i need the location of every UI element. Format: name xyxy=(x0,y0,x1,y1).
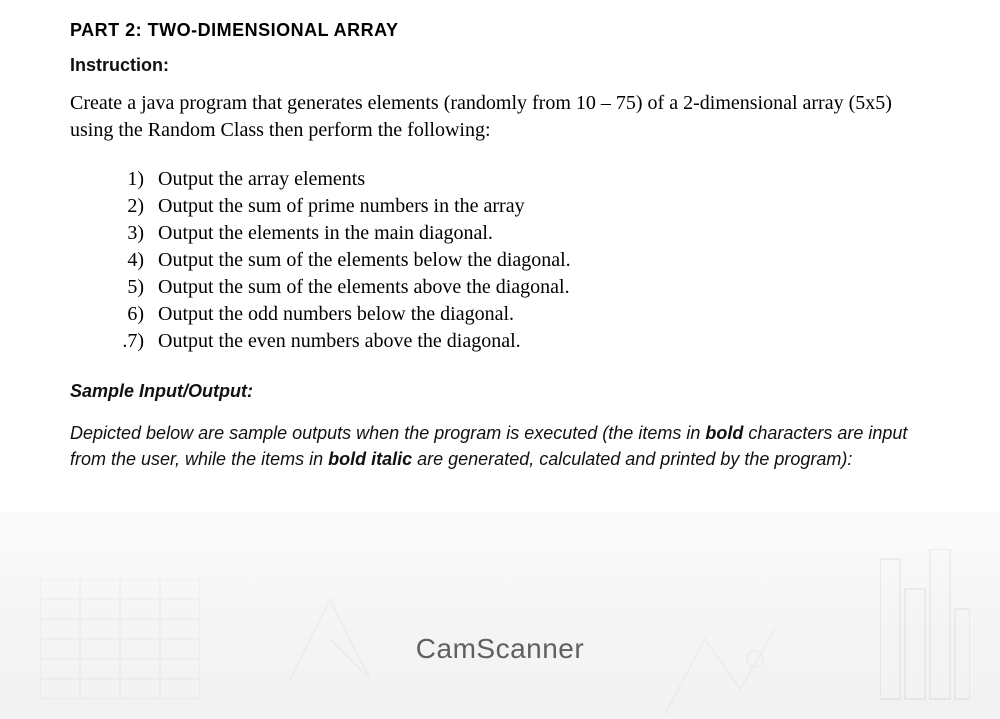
sample-io-label: Sample Input/Output: xyxy=(70,381,930,402)
list-item-number: .7) xyxy=(110,328,158,355)
list-item: 2) Output the sum of prime numbers in th… xyxy=(110,193,930,220)
watermark-decor-icon xyxy=(880,549,970,709)
list-item-text: Output the even numbers above the diagon… xyxy=(158,328,521,355)
list-item-text: Output the sum of prime numbers in the a… xyxy=(158,193,525,220)
list-item: 4) Output the sum of the elements below … xyxy=(110,247,930,274)
list-item-number: 6) xyxy=(110,301,158,328)
list-item-text: Output the sum of the elements below the… xyxy=(158,247,571,274)
watermark-footer: CamScanner xyxy=(0,539,1000,719)
list-item: 3) Output the elements in the main diago… xyxy=(110,220,930,247)
list-item-number: 5) xyxy=(110,274,158,301)
sample-description-text: Depicted below are sample outputs when t… xyxy=(70,423,705,443)
sample-description-bold-italic: bold italic xyxy=(328,449,412,469)
list-item-number: 3) xyxy=(110,220,158,247)
list-item: 6) Output the odd numbers below the diag… xyxy=(110,301,930,328)
watermark-decor-icon xyxy=(280,589,380,689)
list-item-text: Output the elements in the main diagonal… xyxy=(158,220,493,247)
instruction-body: Create a java program that generates ele… xyxy=(70,90,930,144)
list-item-number: 2) xyxy=(110,193,158,220)
sample-description-bold: bold xyxy=(705,423,743,443)
list-item: .7) Output the even numbers above the di… xyxy=(110,328,930,355)
list-item-number: 4) xyxy=(110,247,158,274)
list-item-number: 1) xyxy=(110,166,158,193)
list-item: 1) Output the array elements xyxy=(110,166,930,193)
watermark-decor-icon xyxy=(660,619,780,719)
list-item: 5) Output the sum of the elements above … xyxy=(110,274,930,301)
instruction-list: 1) Output the array elements 2) Output t… xyxy=(110,166,930,355)
list-item-text: Output the sum of the elements above the… xyxy=(158,274,570,301)
part-title: PART 2: TWO-DIMENSIONAL ARRAY xyxy=(70,20,930,41)
watermark-decor-icon xyxy=(40,579,200,699)
instruction-label: Instruction: xyxy=(70,55,930,76)
sample-description: Depicted below are sample outputs when t… xyxy=(70,420,930,472)
watermark-text: CamScanner xyxy=(416,633,584,665)
document-page: PART 2: TWO-DIMENSIONAL ARRAY Instructio… xyxy=(0,0,1000,512)
sample-description-text: are generated, calculated and printed by… xyxy=(412,449,852,469)
list-item-text: Output the array elements xyxy=(158,166,365,193)
list-item-text: Output the odd numbers below the diagona… xyxy=(158,301,514,328)
